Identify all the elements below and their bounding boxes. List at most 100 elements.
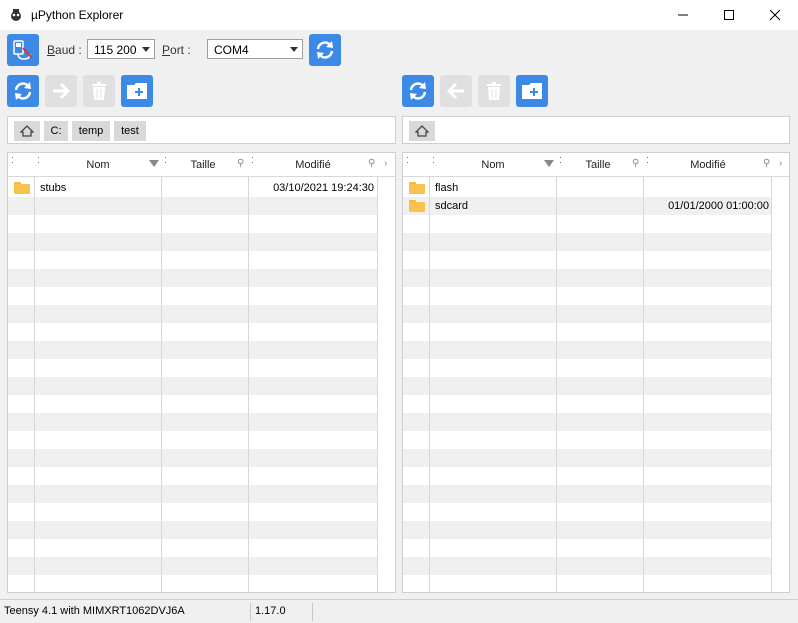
empty-row	[403, 395, 789, 413]
baud-select[interactable]: 115 200	[87, 39, 155, 59]
new-folder-icon	[522, 83, 542, 99]
app-icon	[8, 7, 24, 23]
left-home-crumb[interactable]	[14, 121, 40, 141]
column-handle-icon[interactable]: · ·	[11, 153, 14, 167]
column-header-name[interactable]: Nom	[443, 153, 543, 177]
column-handle-icon[interactable]: · ·	[646, 153, 649, 167]
right-home-crumb[interactable]	[409, 121, 435, 141]
empty-row	[403, 467, 789, 485]
column-handle-icon[interactable]: · ·	[251, 153, 254, 167]
refresh-icon	[14, 82, 32, 100]
download-button[interactable]	[440, 75, 472, 107]
column-header-modified[interactable]: Modifié	[658, 153, 758, 177]
usb-connect-icon	[13, 40, 33, 60]
window-title: µPython Explorer	[31, 8, 124, 22]
maximize-icon	[724, 10, 734, 20]
right-scrollbar[interactable]	[771, 177, 789, 592]
column-header-modified[interactable]: Modifié	[263, 153, 363, 177]
folder-icon	[14, 179, 30, 197]
empty-row	[8, 521, 395, 539]
empty-row	[403, 233, 789, 251]
left-delete-button[interactable]	[83, 75, 115, 107]
refresh-icon	[409, 82, 427, 100]
file-name: stubs	[40, 182, 67, 194]
close-icon	[769, 9, 781, 21]
right-new-folder-button[interactable]	[516, 75, 548, 107]
table-row[interactable]: sdcard 01/01/2000 01:00:00	[403, 197, 789, 215]
trash-icon	[92, 82, 106, 100]
refresh-ports-button[interactable]	[309, 34, 341, 66]
search-icon[interactable]: ⚲	[237, 158, 244, 169]
empty-row	[8, 449, 395, 467]
empty-row	[8, 287, 395, 305]
file-modified: 01/01/2000 01:00:00	[668, 200, 769, 212]
left-refresh-button[interactable]	[7, 75, 39, 107]
port-select[interactable]: COM4	[207, 39, 303, 59]
right-delete-button[interactable]	[478, 75, 510, 107]
status-bar: Teensy 4.1 with MIMXRT1062DVJ6A 1.17.0	[0, 599, 798, 623]
empty-row	[403, 359, 789, 377]
right-file-table[interactable]: flash sdcard 01/01/2000 01:00:00 · · · · Nom…	[402, 152, 790, 593]
column-handle-icon[interactable]: · ·	[164, 153, 167, 167]
left-file-table[interactable]: stubs 03/10/2021 19:24:30 · · · · Nom · · Ta…	[7, 152, 396, 593]
empty-row	[403, 341, 789, 359]
search-icon[interactable]: ⚲	[632, 158, 639, 169]
empty-row	[403, 251, 789, 269]
minimize-icon	[678, 14, 688, 16]
filter-icon[interactable]	[544, 160, 554, 167]
empty-row	[8, 215, 395, 233]
empty-row	[8, 341, 395, 359]
left-scrollbar[interactable]	[377, 177, 395, 592]
left-table-header: · · · · Nom · · Taille ⚲ · · Modifié ⚲ ›	[8, 153, 395, 177]
search-icon[interactable]: ⚲	[763, 158, 770, 169]
empty-row	[8, 323, 395, 341]
close-button[interactable]	[752, 0, 798, 30]
column-handle-icon[interactable]: · ·	[559, 153, 562, 167]
column-handle-icon[interactable]: · ·	[432, 153, 435, 167]
empty-row	[403, 305, 789, 323]
column-handle-icon[interactable]: · ·	[37, 153, 40, 167]
column-header-name[interactable]: Nom	[48, 153, 148, 177]
home-icon	[20, 125, 34, 137]
minimize-button[interactable]	[660, 0, 706, 30]
empty-row	[403, 521, 789, 539]
empty-row	[8, 233, 395, 251]
left-new-folder-button[interactable]	[121, 75, 153, 107]
empty-row	[403, 539, 789, 557]
empty-row	[8, 485, 395, 503]
column-handle-icon[interactable]: · ·	[406, 153, 409, 167]
home-icon	[415, 125, 429, 137]
baud-label: Baud :	[47, 43, 82, 57]
port-label: Port :	[162, 43, 191, 57]
chevron-down-icon	[290, 47, 298, 52]
empty-row	[8, 575, 395, 592]
empty-row	[8, 269, 395, 287]
crumb-drive[interactable]: C:	[44, 121, 68, 141]
table-row[interactable]: flash	[403, 179, 789, 197]
empty-row	[8, 413, 395, 431]
connect-button[interactable]	[7, 34, 39, 66]
chevron-right-icon[interactable]: ›	[779, 158, 782, 169]
arrow-right-icon	[53, 82, 71, 100]
column-header-size[interactable]: Taille	[568, 153, 628, 177]
table-row[interactable]: stubs 03/10/2021 19:24:30	[8, 179, 395, 197]
chevron-right-icon[interactable]: ›	[384, 158, 387, 169]
crumb-test[interactable]: test	[114, 121, 146, 141]
empty-row	[403, 431, 789, 449]
upload-button[interactable]	[45, 75, 77, 107]
file-name: sdcard	[435, 200, 469, 212]
right-refresh-button[interactable]	[402, 75, 434, 107]
folder-icon	[409, 197, 425, 215]
empty-row	[403, 575, 789, 592]
empty-row	[403, 557, 789, 575]
search-icon[interactable]: ⚲	[368, 158, 375, 169]
column-header-size[interactable]: Taille	[173, 153, 233, 177]
filter-icon[interactable]	[149, 160, 159, 167]
crumb-temp[interactable]: temp	[72, 121, 110, 141]
empty-row	[403, 377, 789, 395]
maximize-button[interactable]	[706, 0, 752, 30]
empty-row	[8, 467, 395, 485]
file-modified: 03/10/2021 19:24:30	[273, 182, 374, 194]
empty-row	[8, 539, 395, 557]
empty-row	[8, 503, 395, 521]
